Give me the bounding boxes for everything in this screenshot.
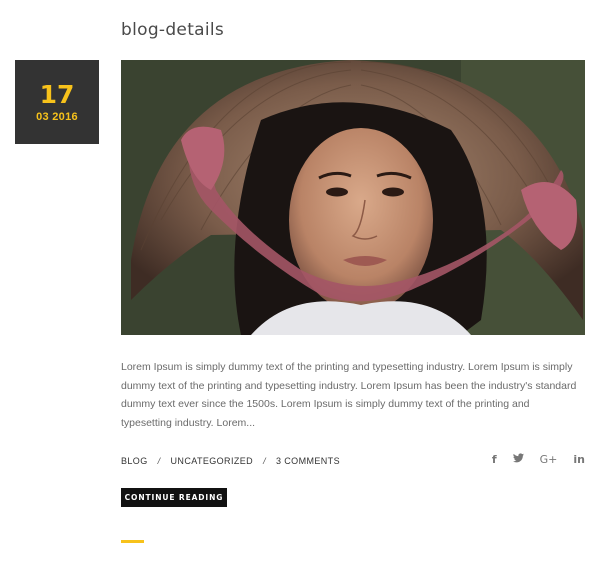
meta-separator: / <box>263 456 266 466</box>
google-plus-icon[interactable]: G+ <box>540 453 558 466</box>
post-featured-image[interactable] <box>121 60 585 335</box>
meta-separator: / <box>157 456 161 466</box>
twitter-icon[interactable] <box>512 453 524 466</box>
facebook-icon[interactable]: f <box>492 453 497 466</box>
post-meta: BLOG / UNCATEGORIZED / 3 COMMENTS <box>121 456 340 466</box>
social-share: f G+ in <box>492 453 585 466</box>
twitter-bird-icon <box>512 453 524 463</box>
post-date-month-year: 03 2016 <box>36 111 78 123</box>
linkedin-icon[interactable]: in <box>573 453 585 466</box>
category-link-uncategorized[interactable]: UNCATEGORIZED <box>171 456 254 466</box>
post-date-badge: 17 03 2016 <box>15 60 99 144</box>
post-excerpt: Lorem Ipsum is simply dummy text of the … <box>121 361 577 429</box>
comments-link[interactable]: 3 COMMENTS <box>276 456 340 466</box>
category-link-blog[interactable]: BLOG <box>121 456 148 466</box>
continue-reading-button[interactable]: CONTINUE READING <box>121 488 227 507</box>
page-title: blog-details <box>121 20 225 40</box>
accent-divider <box>121 540 144 543</box>
post-date-day: 17 <box>39 80 75 109</box>
woman-conical-hat-image <box>121 60 585 335</box>
